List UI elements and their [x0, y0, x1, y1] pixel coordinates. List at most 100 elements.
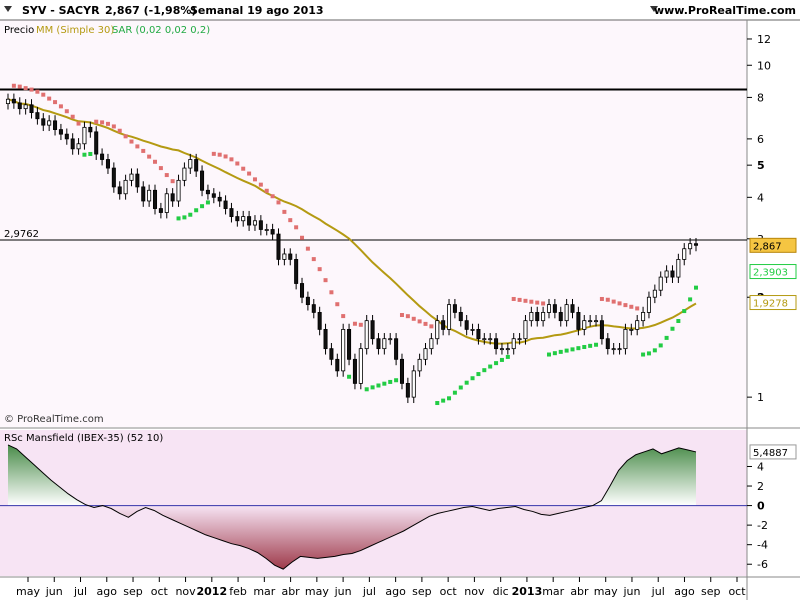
sar-dot — [323, 278, 328, 283]
candle-body — [558, 312, 563, 322]
rsc-tick-label: 2 — [757, 480, 764, 493]
candle-body — [682, 248, 687, 260]
sar-dot — [641, 352, 646, 357]
sar-dot — [17, 84, 22, 89]
time-tick-label: ago — [97, 585, 118, 598]
sar-legend-label: SAR (0,02 0,02 0,2) — [112, 25, 210, 36]
sar-dot — [394, 378, 399, 383]
sar-dot — [217, 152, 222, 157]
sar-dot — [388, 379, 393, 384]
candle-body — [247, 216, 252, 226]
candle-body — [358, 348, 363, 384]
candle-body — [47, 120, 52, 126]
candle-body — [552, 304, 557, 313]
candle-body — [252, 220, 257, 226]
watermark: © ProRealTime.com — [4, 414, 104, 425]
time-tick-label: jun — [622, 585, 640, 598]
sar-dot — [123, 134, 128, 139]
rsc-tick-label: -6 — [757, 558, 768, 571]
candle-body — [152, 189, 158, 209]
sar-dot — [482, 368, 487, 373]
candle-body — [170, 193, 175, 202]
candle-body — [564, 304, 569, 322]
candle-body — [211, 193, 216, 198]
period-label: Semanal 19 ago 2013 — [190, 4, 324, 17]
sar-dot — [358, 322, 363, 327]
candle-body — [164, 193, 169, 213]
sar-dot — [447, 396, 452, 401]
time-tick-label: oct — [151, 585, 169, 598]
sar-dot — [294, 225, 299, 230]
sar-dot — [205, 200, 210, 205]
sar-dot — [211, 151, 216, 156]
price-tick-label: 6 — [757, 133, 764, 146]
candle-body — [217, 196, 222, 202]
price-tick-label: 10 — [757, 59, 771, 72]
candle-body — [35, 112, 40, 120]
candle-body — [605, 338, 610, 350]
candle-body — [447, 304, 452, 330]
sar-dot — [53, 100, 58, 105]
sar-dot — [576, 346, 581, 351]
candle-body — [294, 259, 299, 284]
price-tick-label: 1 — [757, 391, 764, 404]
rsc-tick-label: 4 — [757, 460, 764, 473]
candle-body — [399, 358, 405, 384]
sar-dot — [164, 173, 169, 178]
sar-dot — [94, 119, 99, 124]
sar-dot — [288, 218, 293, 223]
candle-body — [582, 320, 587, 330]
sar-dot — [370, 385, 375, 390]
candle-body — [88, 126, 93, 133]
candle-body — [382, 338, 387, 350]
level-line-label: 2,9762 — [4, 229, 39, 240]
candle-body — [482, 338, 487, 341]
site-url[interactable]: www.ProRealTime.com — [654, 4, 796, 17]
candle-body — [529, 312, 534, 322]
time-tick-label: jul — [362, 585, 376, 598]
sar-dot — [611, 299, 616, 304]
candle-body — [570, 304, 575, 313]
candle-body — [276, 233, 281, 260]
sar-dot — [423, 321, 428, 326]
sar-dot — [188, 212, 193, 217]
sar-dot — [223, 154, 228, 159]
candle-body — [223, 200, 228, 209]
sar-dot — [488, 364, 493, 369]
candle-body — [5, 98, 11, 105]
sar-dot — [76, 121, 81, 126]
sar-dot — [58, 104, 63, 109]
sar-dot — [382, 381, 387, 386]
candle-body — [105, 159, 110, 169]
sar-dot — [417, 319, 422, 324]
candle-body — [611, 348, 616, 351]
last-price-change: 2,867 (-1,98%) — [105, 4, 196, 17]
candle-body — [623, 328, 628, 350]
candle-body — [693, 243, 699, 246]
time-tick-label: jul — [651, 585, 665, 598]
sar-dot — [458, 385, 463, 390]
candle-body — [629, 328, 634, 331]
candle-body — [123, 179, 128, 195]
time-tick-label: sep — [701, 585, 720, 598]
sar-dot — [200, 204, 205, 209]
time-tick-label: may — [594, 585, 618, 598]
candle-body — [194, 159, 199, 172]
rsc-tick-label: 0 — [757, 500, 765, 513]
sar-dot — [317, 267, 322, 272]
candle-body — [229, 208, 234, 217]
chart-window: SYV - SACYR 2,867 (-1,98%) Semanal 19 ag… — [0, 0, 800, 600]
sar-dot — [505, 354, 510, 359]
sar-dot — [523, 298, 528, 303]
sar-dot — [11, 83, 16, 88]
sar-dot — [499, 357, 504, 362]
sar-dot — [452, 390, 457, 395]
candle-body — [205, 189, 210, 195]
sar-dot — [594, 342, 599, 347]
candle-body — [505, 348, 510, 351]
sar-dot — [517, 297, 522, 302]
candle-body — [388, 338, 393, 341]
candle-body — [470, 328, 475, 331]
sar-dot — [405, 314, 410, 319]
sar-dot — [129, 139, 134, 144]
